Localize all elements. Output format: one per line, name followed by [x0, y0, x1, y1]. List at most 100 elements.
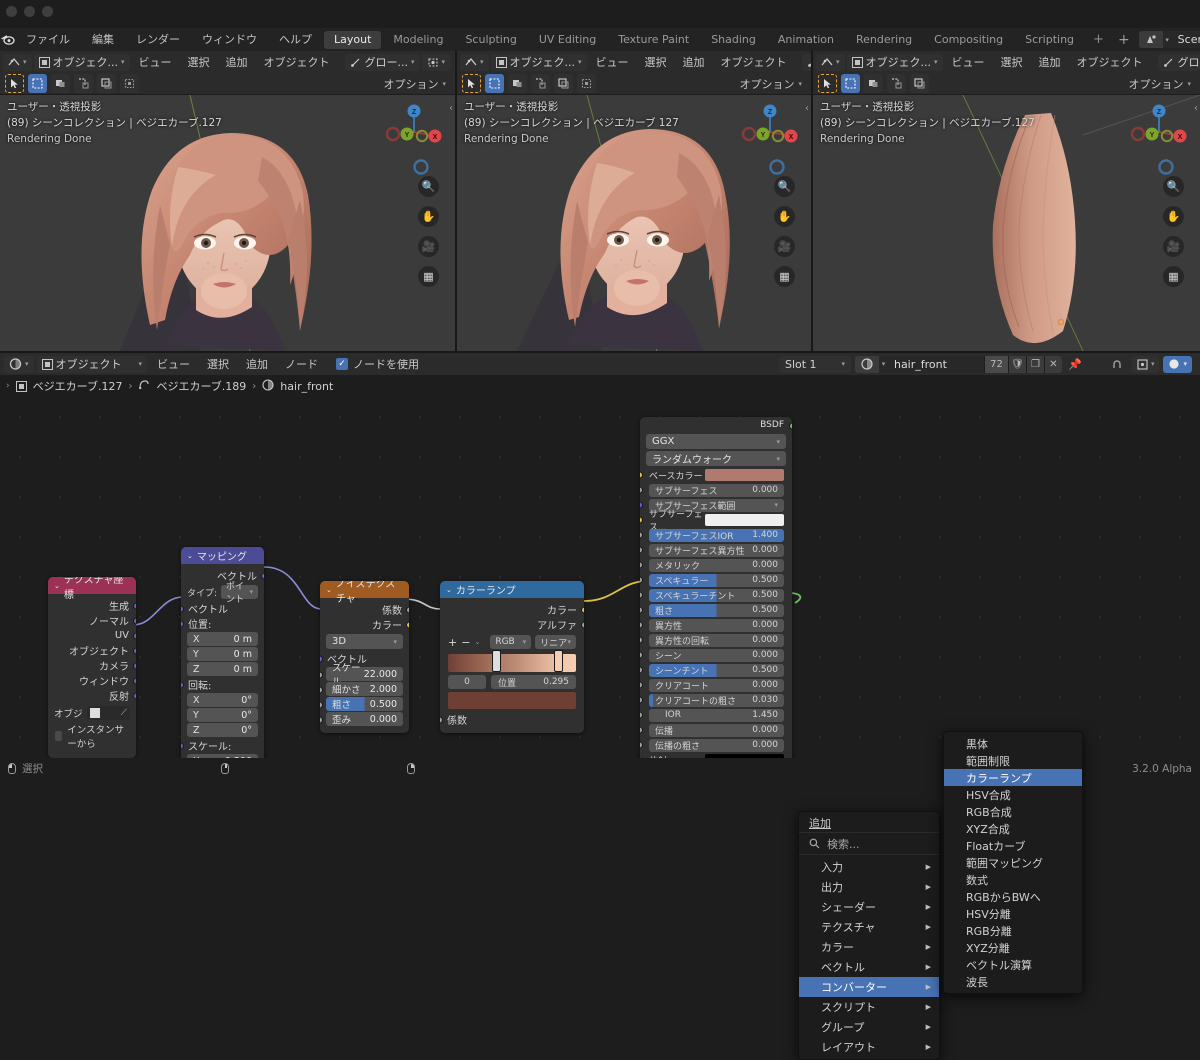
viewport-2-select-intersect-tool[interactable] — [577, 74, 596, 93]
bsdf-socket-subsurface-color[interactable]: サブサーフェス... — [640, 510, 792, 533]
socket-ramp-alpha[interactable]: アルファ — [440, 617, 584, 632]
node-snap-element[interactable]: ▾ — [1131, 355, 1160, 373]
eyedropper-icon[interactable]: ⟋ — [121, 708, 127, 718]
workspace-tab-texture-paint[interactable]: Texture Paint — [608, 31, 699, 49]
noise-distortion-field[interactable]: 歪み 0.000 — [326, 712, 403, 726]
scene-name[interactable]: Scene — [1171, 31, 1200, 48]
bsdf-socket-clearcoat-roughness[interactable]: クリアコートの粗さ 0.030 — [640, 693, 792, 707]
add-menu-search[interactable]: 検索... — [799, 833, 939, 855]
submenu-item-blackbody[interactable]: 黒体 — [944, 735, 1082, 752]
node-mapping-header[interactable]: ⌄ マッピング — [181, 547, 264, 564]
bsdf-roughness-field[interactable]: 粗さ 0.500 — [649, 603, 784, 617]
viewport-2-options-button[interactable]: オプション ▾ — [739, 76, 806, 92]
mapping-rotation-x[interactable]: X 0° — [187, 693, 258, 707]
bsdf-socket-subsurface-ior[interactable]: サブサーフェスIOR 1.400 — [640, 528, 792, 542]
breadcrumb-object[interactable]: ベジエカーブ.127 — [33, 378, 123, 394]
node-menu-add[interactable]: 追加 — [239, 356, 275, 373]
node-editor-canvas[interactable]: ⌄ テクスチャ座標 生成 ノーマル UV オブジェクト カメラ ウィンドウ 反射 … — [0, 397, 1200, 758]
add-menu-item-script[interactable]: スクリプト ▶ — [799, 997, 939, 1017]
workspace-tab-uv-editing[interactable]: UV Editing — [529, 31, 606, 49]
menu-render[interactable]: レンダー — [125, 28, 191, 51]
node-menu-node[interactable]: ノード — [278, 356, 325, 373]
unlink-material-icon[interactable]: ✕ — [1043, 355, 1062, 373]
viewport-2-navigation-gizmo[interactable]: Z X Y — [741, 103, 799, 161]
zoom-icon[interactable]: 🔍 — [1163, 176, 1184, 197]
node-mapping[interactable]: ⌄ マッピング ベクトル タイプ: ポイント ▾ ベクトル 位置: X 0 m Y 0 … — [181, 547, 264, 758]
viewport-2-select-box-tool[interactable] — [485, 74, 504, 93]
node-menu-select[interactable]: 選択 — [200, 356, 236, 373]
mapping-type-dropdown[interactable]: ポイント ▾ — [221, 582, 258, 605]
noise-roughness-field[interactable]: 粗さ 0.500 — [326, 697, 403, 711]
add-menu-item-converter[interactable]: コンバーター ▶ — [799, 977, 939, 997]
workspace-tab-shading[interactable]: Shading — [701, 31, 766, 49]
bsdf-socket-anisotropic[interactable]: 異方性 0.000 — [640, 618, 792, 632]
bsdf-anisotropic-field[interactable]: 異方性 0.000 — [649, 618, 784, 632]
new-material-copy-icon[interactable]: ❐ — [1025, 355, 1044, 373]
object-picker-field[interactable]: ⟋ — [86, 706, 130, 720]
menu-help[interactable]: ヘルプ — [268, 28, 323, 51]
submenu-item-separate-xyz[interactable]: XYZ分離 — [944, 939, 1082, 956]
node-principled-bsdf[interactable]: BSDF GGX ▾ ランダムウォーク ▾ ベースカラー サブサーフェス 0.000 … — [640, 417, 792, 758]
bsdf-socket-subsurface-anisotropy[interactable]: サブサーフェス異方性 0.000 — [640, 543, 792, 557]
ramp-stop-handle-1[interactable] — [491, 650, 501, 672]
ramp-stop-handle-2[interactable] — [554, 650, 564, 672]
bsdf-socket-clearcoat[interactable]: クリアコート 0.000 — [640, 678, 792, 692]
submenu-item-rgb-to-bw[interactable]: RGBからBWへ — [944, 888, 1082, 905]
breadcrumb-material[interactable]: hair_front — [280, 380, 333, 393]
viewport-2-menu-object[interactable]: オブジェクト — [714, 54, 794, 71]
pan-hand-icon[interactable]: ✋ — [418, 206, 439, 227]
node-editor-type-selector[interactable]: ▾ — [4, 355, 34, 373]
add-workspace-button[interactable]: + — [1085, 32, 1112, 47]
viewport-3-editor-type[interactable]: ▾ — [816, 53, 845, 71]
viewport-1-select-subtract-tool[interactable] — [97, 74, 116, 93]
viewport-3-mode-selector[interactable]: オブジェク... ▾ — [846, 53, 943, 71]
submenu-item-separate-hsv[interactable]: HSV分離 — [944, 905, 1082, 922]
menu-window[interactable]: ウィンドウ — [191, 28, 268, 51]
breadcrumb-curve-data[interactable]: ベジエカーブ.189 — [156, 378, 246, 394]
viewport-2-menu-add[interactable]: 追加 — [676, 54, 712, 71]
viewport-3-nav-buttons[interactable]: 🔍 ✋ 🎥 ▦ — [1163, 176, 1184, 287]
mapping-rotation-y[interactable]: Y 0° — [187, 708, 258, 722]
node-color-ramp[interactable]: ⌄ カラーランプ カラー アルファ + − ⌄ RGB ▾ リニア ▾ 0 位置… — [440, 581, 584, 733]
socket-mapping-vector-out[interactable]: ベクトル — [181, 568, 264, 583]
pin-icon[interactable]: 📌 — [1066, 358, 1084, 371]
bsdf-socket-specular-tint[interactable]: スペキュラーチント 0.500 — [640, 588, 792, 602]
bsdf-distribution-dropdown[interactable]: GGX ▾ — [646, 434, 786, 449]
new-scene-plus-icon[interactable]: + — [1112, 32, 1136, 48]
converter-submenu[interactable]: 黒体 範囲制限 カラーランプ HSV合成 RGB合成 XYZ合成 Floatカー… — [943, 731, 1083, 994]
menu-edit[interactable]: 編集 — [81, 28, 125, 51]
submenu-item-math[interactable]: 数式 — [944, 871, 1082, 888]
viewport-1-editor-type[interactable]: ▾ — [3, 53, 32, 71]
socket-mapping-rotation[interactable]: 回転: — [181, 677, 264, 692]
viewport-1-navigation-gizmo[interactable]: Z X Y — [385, 103, 443, 161]
viewport-1-mode-selector[interactable]: オブジェク... ▾ — [33, 53, 130, 71]
workspace-tab-rendering[interactable]: Rendering — [846, 31, 922, 49]
submenu-item-combine-hsv[interactable]: HSV合成 — [944, 786, 1082, 803]
viewport-2-select-circle-tool[interactable] — [508, 74, 527, 93]
ramp-add-stop-icon[interactable]: + — [448, 636, 457, 649]
ramp-color-mode-dropdown[interactable]: RGB ▾ — [490, 635, 532, 649]
viewport-1-pivot-point[interactable]: ▾ — [421, 53, 451, 71]
viewport-3-transform-orientation[interactable]: グロー...▾ — [1157, 53, 1200, 71]
viewport-3-menu-add[interactable]: 追加 — [1032, 54, 1068, 71]
node-texture-coordinate-header[interactable]: ⌄ テクスチャ座標 — [48, 577, 136, 601]
submenu-item-map-range[interactable]: 範囲マッピング — [944, 854, 1082, 871]
ramp-interpolation-dropdown[interactable]: リニア ▾ — [535, 635, 576, 649]
material-chevron-down-icon[interactable]: ▾ — [879, 360, 888, 368]
bsdf-socket-roughness[interactable]: 粗さ 0.500 — [640, 603, 792, 617]
minimize-window-button[interactable] — [24, 6, 35, 17]
bsdf-socket-specular[interactable]: スペキュラー 0.500 — [640, 573, 792, 587]
submenu-item-wavelength[interactable]: 波長 — [944, 973, 1082, 990]
bsdf-subsurface-method-dropdown[interactable]: ランダムウォーク ▾ — [646, 451, 786, 466]
socket-window[interactable]: ウィンドウ — [48, 673, 136, 688]
ramp-position-field[interactable]: 位置 0.295 — [491, 675, 576, 689]
bsdf-subsurface-color-swatch[interactable] — [705, 514, 784, 526]
node-editor-shader-type[interactable]: オブジェクト ▾ — [36, 355, 148, 373]
viewport-2-select-lasso-tool[interactable] — [531, 74, 550, 93]
submenu-item-color-ramp[interactable]: カラーランプ — [944, 769, 1082, 786]
viewport-2-mode-selector[interactable]: オブジェク... ▾ — [490, 53, 587, 71]
viewport-2-cursor-select-tool[interactable] — [462, 74, 481, 93]
viewport-1-select-intersect-tool[interactable] — [120, 74, 139, 93]
viewport-3-menu-view[interactable]: ビュー — [945, 54, 992, 71]
grid-perspective-icon[interactable]: ▦ — [418, 266, 439, 287]
